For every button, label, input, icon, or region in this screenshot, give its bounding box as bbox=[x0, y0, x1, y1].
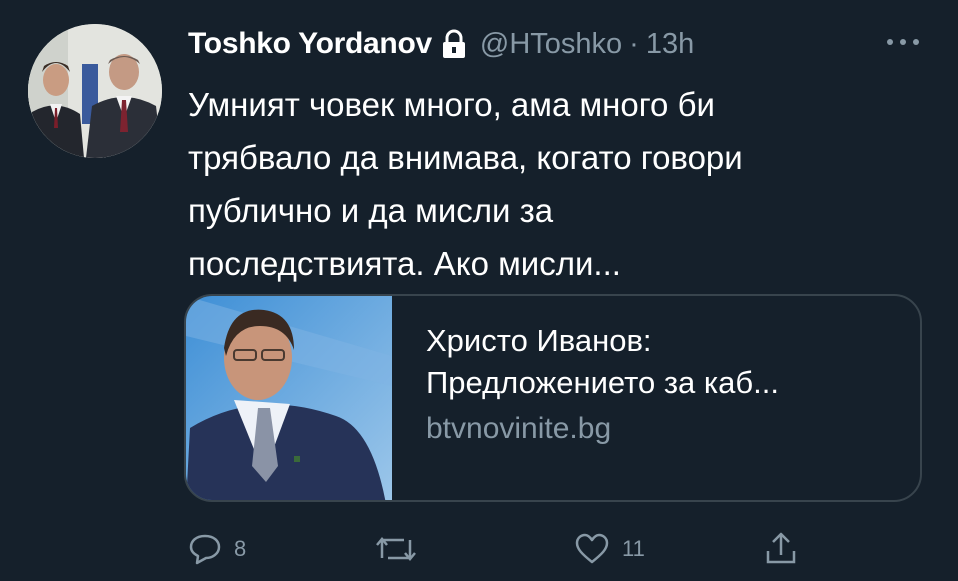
ellipsis-icon[interactable] bbox=[880, 30, 926, 54]
tweet-text-line: трябвало да внимава, когато говори bbox=[188, 139, 743, 176]
timestamp[interactable]: 13h bbox=[646, 28, 694, 61]
tweet-header: Toshko Yordanov @HToshko · 13h bbox=[188, 24, 694, 64]
action-bar: 8 11 bbox=[0, 525, 958, 573]
tweet[interactable]: Toshko Yordanov @HToshko · 13h Умният чо… bbox=[0, 0, 958, 581]
display-name[interactable]: Toshko Yordanov bbox=[188, 27, 432, 61]
retweet-icon bbox=[376, 532, 416, 566]
reply-count: 8 bbox=[234, 536, 247, 561]
tweet-text-line: публично и да мисли за bbox=[188, 192, 554, 229]
link-card[interactable]: Христо Иванов: Предложението за каб... b… bbox=[184, 294, 922, 502]
separator-dot: · bbox=[629, 27, 639, 60]
lock-icon bbox=[440, 29, 468, 59]
share-icon bbox=[764, 531, 798, 567]
avatar[interactable] bbox=[28, 24, 162, 158]
like-count: 11 bbox=[622, 536, 645, 561]
tweet-text: Умният човек много, ама много би трябвал… bbox=[188, 78, 908, 290]
like-button[interactable]: 11 bbox=[574, 525, 645, 573]
tweet-text-line: Умният човек много, ама много би bbox=[188, 86, 715, 123]
reply-icon bbox=[188, 532, 222, 566]
card-thumbnail bbox=[186, 296, 392, 500]
share-button[interactable] bbox=[764, 525, 798, 573]
card-title-line: Христо Иванов: bbox=[426, 323, 652, 358]
card-title-line: Предложението за каб... bbox=[426, 365, 779, 400]
heart-icon bbox=[574, 532, 610, 566]
retweet-button[interactable] bbox=[376, 525, 428, 573]
reply-button[interactable]: 8 bbox=[188, 525, 246, 573]
tweet-text-line: последствията. Ако мисли... bbox=[188, 245, 621, 282]
card-text: Христо Иванов: Предложението за каб... b… bbox=[426, 320, 906, 446]
card-domain: btvnovinite.bg bbox=[426, 412, 612, 445]
handle[interactable]: @HToshko bbox=[480, 28, 622, 61]
